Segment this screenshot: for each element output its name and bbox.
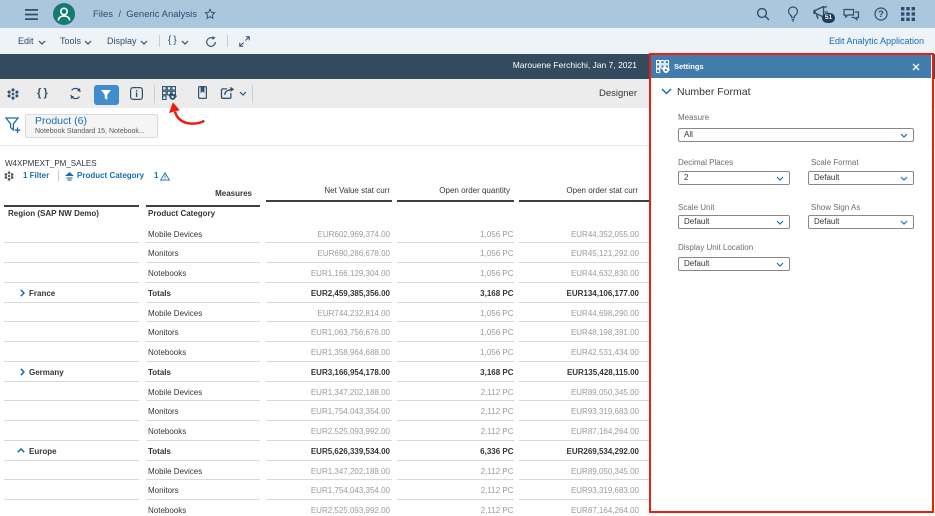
svg-text:?: ? (878, 9, 884, 19)
